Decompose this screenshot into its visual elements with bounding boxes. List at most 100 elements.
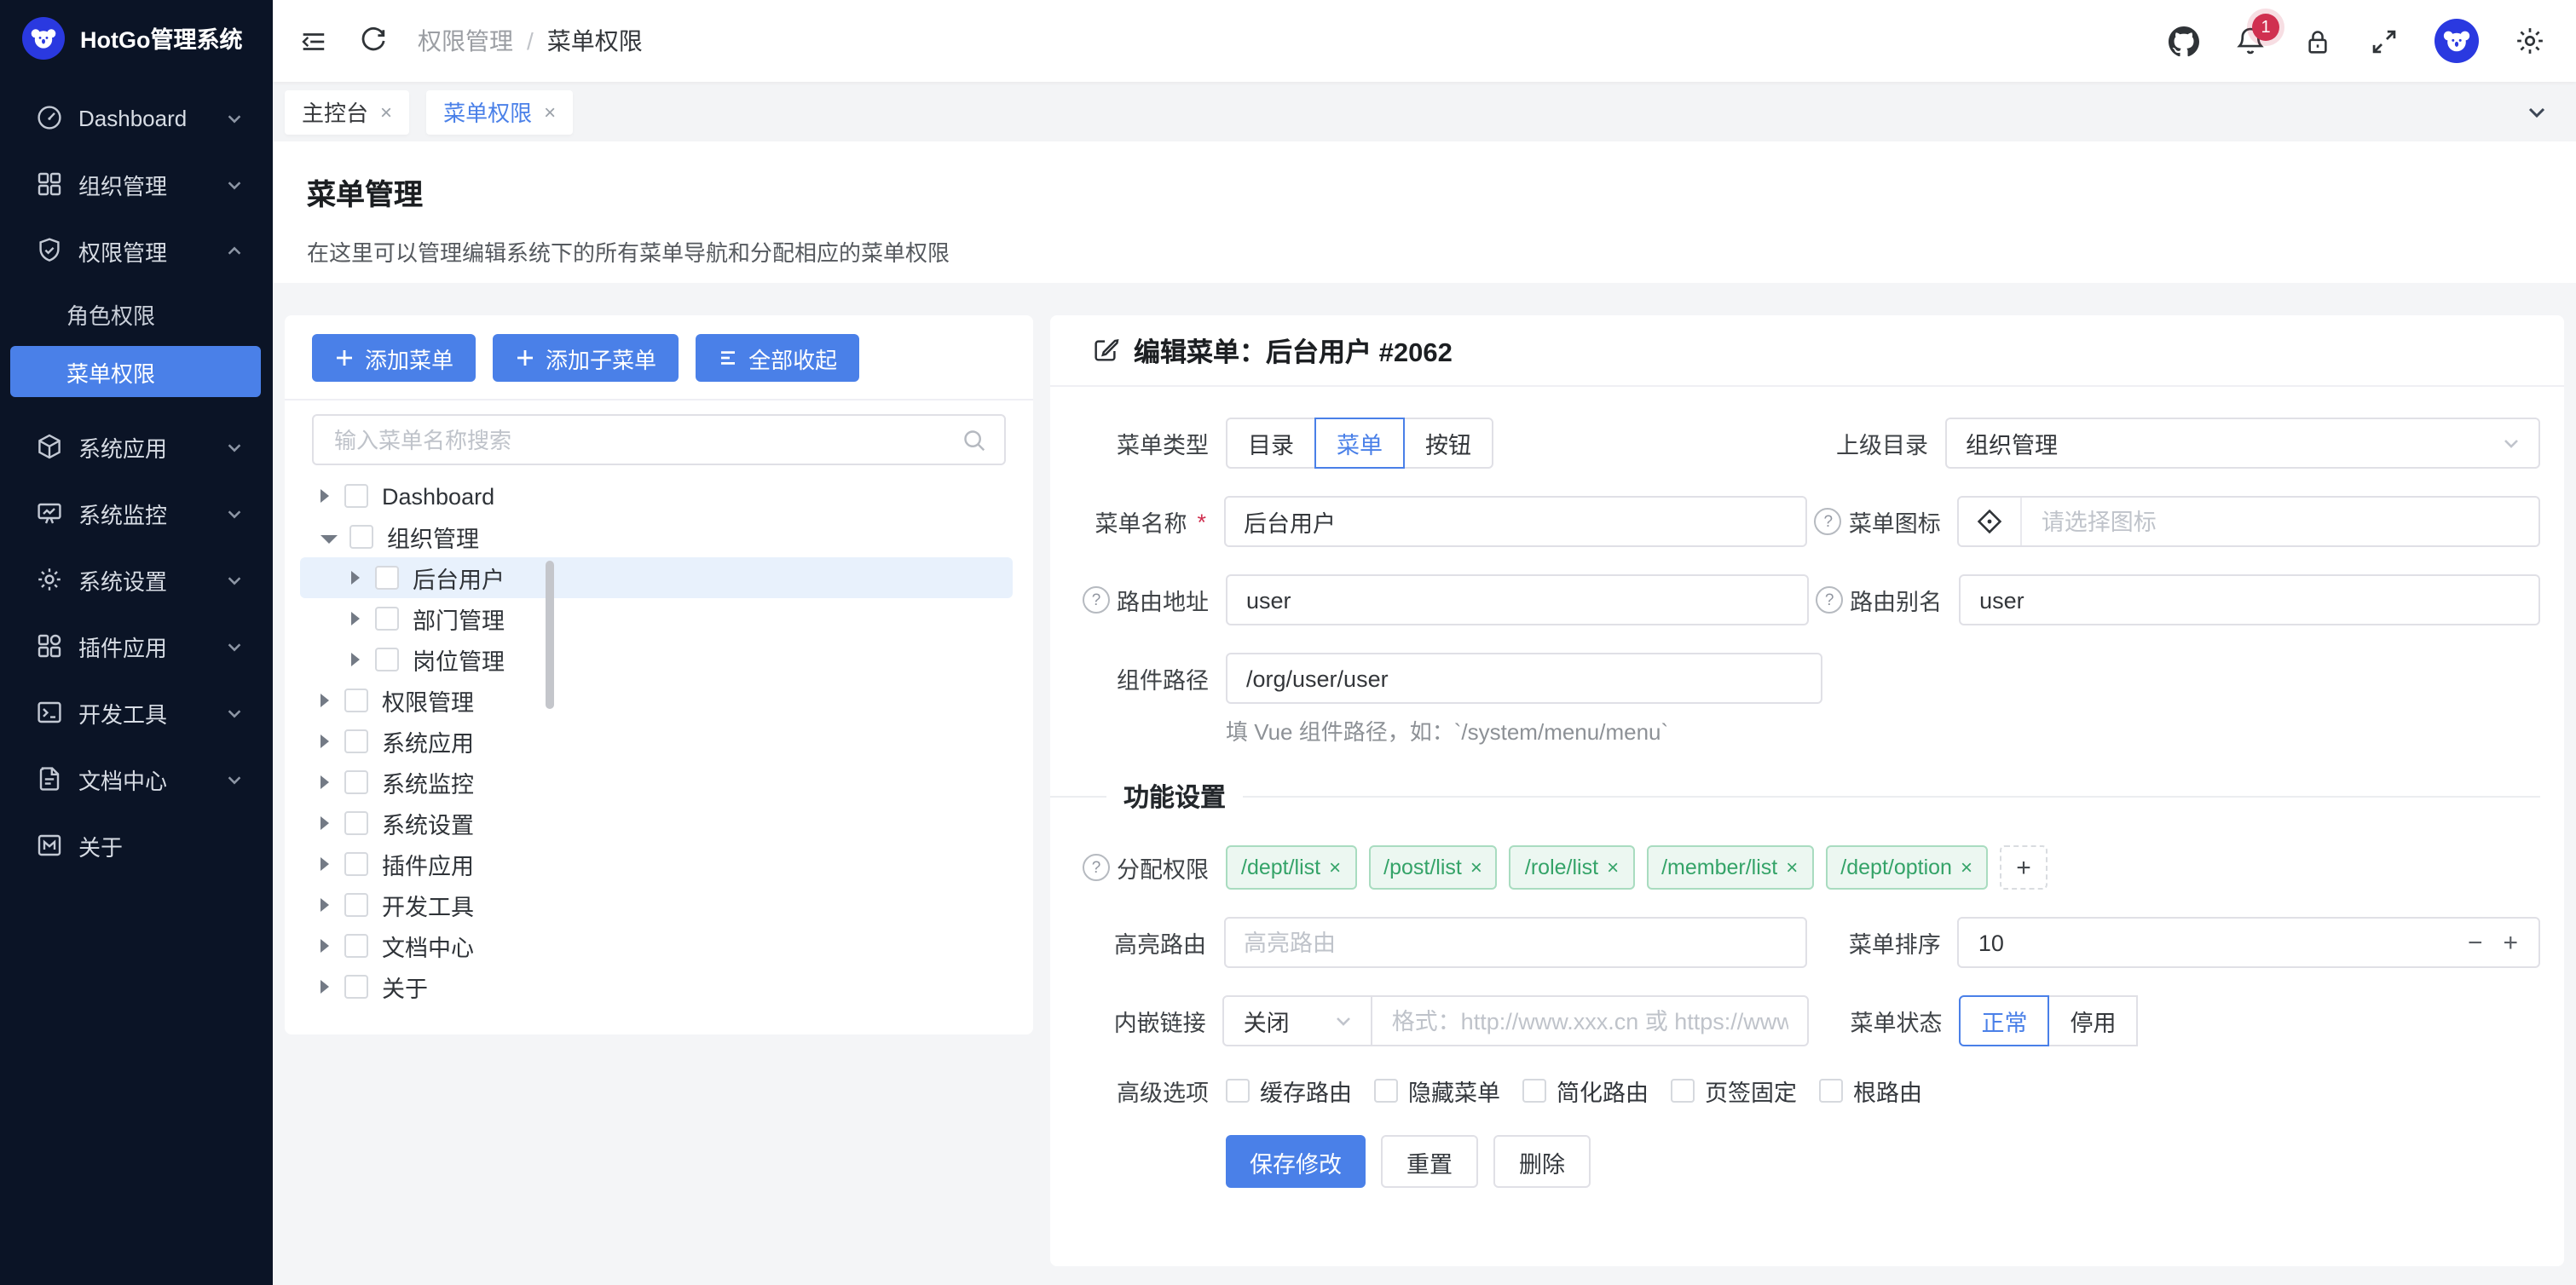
sidebar-item-sysset[interactable]: 系统设置 — [0, 550, 273, 608]
component-path-input[interactable] — [1227, 666, 1821, 691]
caret-right-icon[interactable] — [321, 980, 329, 994]
checkbox[interactable] — [344, 811, 368, 835]
tree-row[interactable]: 开发工具 — [312, 885, 1006, 925]
sidebar-subitem-role-perm[interactable]: 角色权限 — [0, 288, 273, 339]
brand[interactable]: HotGo管理系统 — [0, 0, 273, 75]
add-permission-button[interactable]: + — [2000, 845, 2048, 890]
tab-menu-perm[interactable]: 菜单权限 × — [426, 89, 573, 134]
parent-dir-select[interactable] — [1945, 418, 2540, 469]
lock-icon[interactable] — [2302, 26, 2332, 56]
help-icon[interactable]: ? — [1083, 854, 1110, 881]
delete-button[interactable]: 删除 — [1493, 1135, 1591, 1188]
breadcrumb-parent[interactable]: 权限管理 — [418, 24, 513, 58]
menu-type-option-menu[interactable]: 菜单 — [1314, 418, 1405, 469]
caret-right-icon[interactable] — [321, 857, 329, 871]
help-icon[interactable]: ? — [1816, 586, 1843, 614]
tree-row[interactable]: 部门管理 — [312, 598, 1006, 639]
tree-row[interactable]: 文档中心 — [312, 925, 1006, 966]
menu-status-option-normal[interactable]: 正常 — [1960, 995, 2050, 1046]
reset-button[interactable]: 重置 — [1381, 1135, 1478, 1188]
advanced-option-simplify[interactable]: 简化路由 — [1522, 1074, 1649, 1108]
diamond-icon[interactable] — [1960, 498, 2023, 545]
menu-type-option-button[interactable]: 按钮 — [1403, 418, 1493, 469]
caret-down-icon[interactable] — [321, 534, 338, 543]
caret-right-icon[interactable] — [351, 612, 360, 625]
caret-right-icon[interactable] — [321, 735, 329, 748]
route-alias-input[interactable] — [1961, 587, 2538, 613]
menu-fold-icon[interactable] — [297, 26, 327, 56]
advanced-option-cache[interactable]: 缓存路由 — [1226, 1074, 1352, 1108]
notification-bell-icon[interactable]: 1 — [2235, 26, 2266, 56]
caret-right-icon[interactable] — [321, 694, 329, 707]
caret-right-icon[interactable] — [321, 898, 329, 912]
caret-right-icon[interactable] — [321, 489, 329, 503]
tree-row[interactable]: 组织管理 — [312, 516, 1006, 557]
checkbox[interactable] — [1374, 1079, 1398, 1103]
sidebar-item-sysmon[interactable]: 系统监控 — [0, 484, 273, 542]
checkbox[interactable] — [344, 975, 368, 999]
collapse-all-button[interactable]: 全部收起 — [696, 334, 859, 382]
checkbox[interactable] — [1522, 1079, 1546, 1103]
decrement-icon[interactable]: − — [2468, 930, 2483, 955]
embed-link-select[interactable] — [1223, 995, 1373, 1046]
save-button[interactable]: 保存修改 — [1226, 1135, 1366, 1188]
tree-row[interactable]: 系统设置 — [312, 803, 1006, 844]
embed-link-input[interactable] — [1373, 1008, 1808, 1034]
help-icon[interactable]: ? — [1083, 586, 1110, 614]
settings-gear-icon[interactable] — [2515, 26, 2545, 56]
caret-right-icon[interactable] — [321, 939, 329, 953]
tree-search-input[interactable] — [331, 425, 962, 454]
tree-row-selected[interactable]: 后台用户 — [300, 557, 1013, 598]
increment-icon[interactable]: + — [2504, 930, 2519, 955]
close-icon[interactable]: × — [1607, 856, 1619, 879]
close-icon[interactable]: × — [544, 100, 556, 124]
sidebar-item-sysapp[interactable]: 系统应用 — [0, 418, 273, 475]
github-icon[interactable] — [2169, 26, 2199, 56]
tree-row[interactable]: Dashboard — [312, 475, 1006, 516]
caret-right-icon[interactable] — [321, 816, 329, 830]
close-icon[interactable]: × — [1786, 856, 1798, 879]
checkbox[interactable] — [375, 648, 399, 671]
checkbox[interactable] — [375, 566, 399, 590]
checkbox[interactable] — [344, 689, 368, 712]
sidebar-item-org[interactable]: 组织管理 — [0, 155, 273, 213]
sidebar-item-dashboard[interactable]: Dashboard — [0, 89, 273, 147]
close-icon[interactable]: × — [380, 100, 392, 124]
menu-icon-picker[interactable] — [1958, 496, 2540, 547]
checkbox[interactable] — [344, 729, 368, 753]
scrollbar-thumb[interactable] — [546, 561, 554, 709]
close-icon[interactable]: × — [1961, 856, 1972, 879]
tree-row[interactable]: 岗位管理 — [312, 639, 1006, 680]
advanced-option-pin-tab[interactable]: 页签固定 — [1671, 1074, 1797, 1108]
tree-row[interactable]: 系统应用 — [312, 721, 1006, 762]
checkbox[interactable] — [1671, 1079, 1695, 1103]
checkbox[interactable] — [344, 934, 368, 958]
tree-row[interactable]: 权限管理 — [312, 680, 1006, 721]
tree-row[interactable]: 插件应用 — [312, 844, 1006, 885]
close-icon[interactable]: × — [1470, 856, 1482, 879]
checkbox[interactable] — [344, 484, 368, 508]
menu-type-option-dir[interactable]: 目录 — [1226, 418, 1316, 469]
tab-console[interactable]: 主控台 × — [285, 89, 409, 134]
tree-row[interactable]: 系统监控 — [312, 762, 1006, 803]
route-path-input[interactable] — [1227, 587, 1807, 613]
sidebar-item-devtool[interactable]: 开发工具 — [0, 683, 273, 741]
sidebar-item-doc[interactable]: 文档中心 — [0, 750, 273, 808]
sidebar-item-perm[interactable]: 权限管理 — [0, 222, 273, 279]
sidebar-item-about[interactable]: 关于 — [0, 816, 273, 874]
menu-name-input[interactable] — [1225, 509, 1805, 534]
close-icon[interactable]: × — [1329, 856, 1341, 879]
caret-right-icon[interactable] — [351, 653, 360, 666]
checkbox[interactable] — [344, 770, 368, 794]
caret-right-icon[interactable] — [321, 775, 329, 789]
parent-dir-value[interactable] — [1947, 430, 2538, 456]
menu-status-option-disabled[interactable]: 停用 — [2048, 995, 2139, 1046]
fullscreen-icon[interactable] — [2368, 26, 2399, 56]
checkbox[interactable] — [344, 893, 368, 917]
checkbox[interactable] — [344, 852, 368, 876]
sidebar-subitem-menu-perm[interactable]: 菜单权限 — [10, 346, 261, 397]
caret-right-icon[interactable] — [351, 571, 360, 585]
add-menu-button[interactable]: 添加菜单 — [312, 334, 476, 382]
menu-sort-input[interactable] — [1960, 930, 2468, 955]
user-avatar[interactable] — [2434, 19, 2479, 63]
